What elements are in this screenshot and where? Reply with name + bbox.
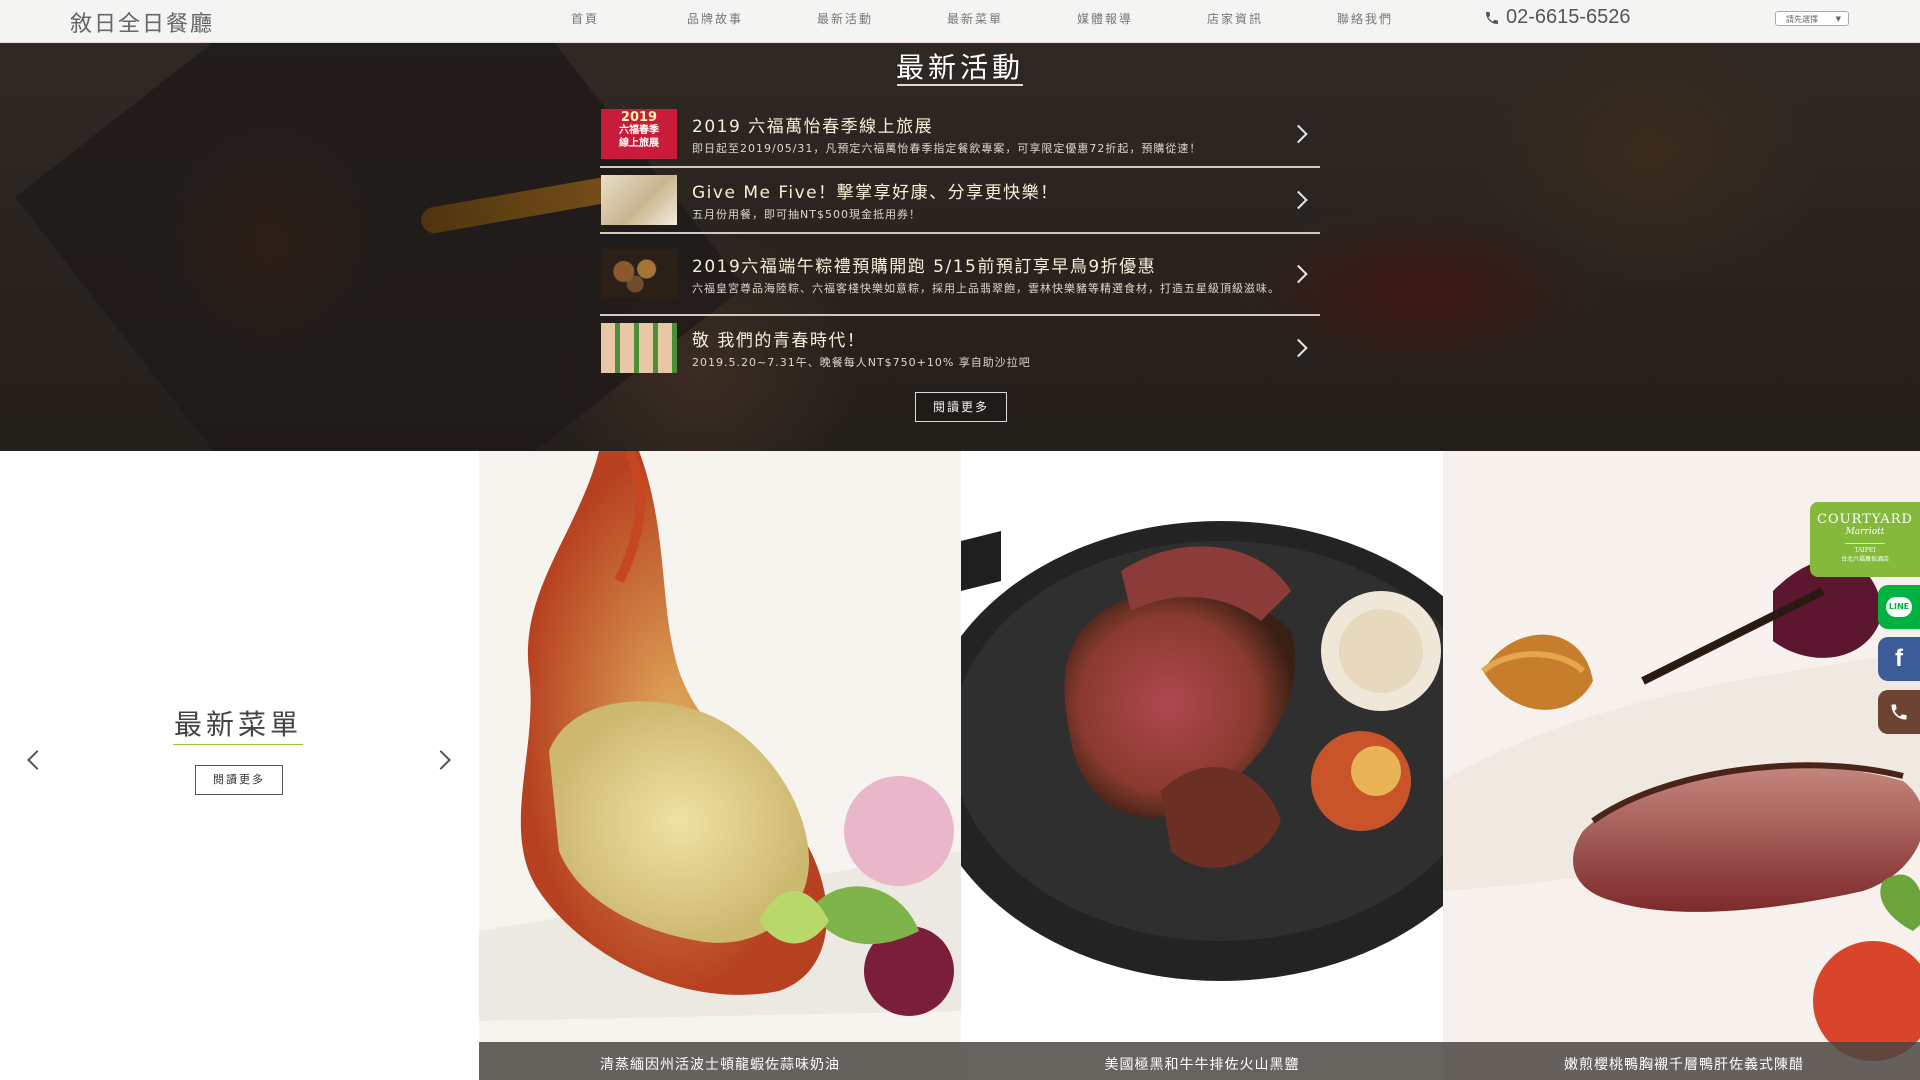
event-title: Give Me Five！擊掌享好康、分享更快樂！ [692, 182, 1059, 203]
menu-title: 最新菜單 [173, 708, 302, 741]
language-select[interactable]: 請先選擇 ▼ [1775, 11, 1849, 26]
courtyard-brand: COURTYARD [1817, 512, 1913, 527]
line-button[interactable]: LINE [1878, 585, 1920, 629]
menu-read-more-button[interactable]: 閱讀更多 [195, 765, 283, 795]
nav-latest-events[interactable]: 最新活動 [780, 0, 910, 42]
event-item[interactable]: 2019 六福春季 線上旅展 2019 六福萬怡春季線上旅展 即日起至2019/… [600, 102, 1320, 168]
nav-contact[interactable]: 聯絡我們 [1300, 0, 1430, 42]
event-text: 敬 我們的青春時代！ 2019.5.20~7.31午、晚餐每人NT$750+10… [692, 326, 1320, 371]
dish-photo-lobster [479, 451, 961, 1021]
event-thumbnail [601, 323, 677, 373]
event-title: 2019六福端午粽禮預購開跑 5/15前預訂享早鳥9折優惠 [692, 256, 1157, 277]
nav-store-info[interactable]: 店家資訊 [1170, 0, 1300, 42]
chevron-down-icon: ▼ [1835, 15, 1841, 23]
events-title: 最新活動 [895, 51, 1024, 84]
menu-dish-card[interactable]: 清蒸緬因州活波士頓龍蝦佐蒜味奶油 [479, 451, 961, 1080]
event-thumbnail [601, 175, 677, 225]
site-header: 敘日全日餐廳 首頁 品牌故事 最新活動 最新菜單 媒體報導 店家資訊 聯絡我們 … [0, 0, 1920, 43]
event-thumbnail: 2019 六福春季 線上旅展 [601, 109, 677, 159]
nav-media[interactable]: 媒體報導 [1040, 0, 1170, 42]
nav-brand-story[interactable]: 品牌故事 [650, 0, 780, 42]
event-thumbnail-text: 2019 [620, 110, 658, 125]
phone-icon [1891, 704, 1907, 720]
events-list: 2019 六福春季 線上旅展 2019 六福萬怡春季線上旅展 即日起至2019/… [600, 102, 1320, 380]
courtyard-city: TAIPEI [1854, 547, 1876, 554]
event-description: 六福皇宮尊品海陸粽、六福客棧快樂如意粽，採用上品翡翠飽，雲林快樂豬等精選食材，打… [692, 281, 1280, 295]
header-phone[interactable]: 02-6615-6526 [1484, 6, 1631, 29]
language-select-value: 請先選擇 [1786, 15, 1818, 24]
phone-icon [1486, 11, 1498, 24]
dish-photo-steak [961, 521, 1443, 981]
events-title-underline [897, 84, 1023, 86]
event-item[interactable]: 2019六福端午粽禮預購開跑 5/15前預訂享早鳥9折優惠 六福皇宮尊品海陸粽、… [600, 234, 1320, 316]
main-nav: 首頁 品牌故事 最新活動 最新菜單 媒體報導 店家資訊 聯絡我們 [520, 0, 1430, 42]
courtyard-local-name: 台北六福萬怡酒店 [1840, 556, 1889, 563]
facebook-button[interactable]: f [1878, 637, 1920, 681]
line-icon: LINE [1886, 597, 1912, 617]
dish-name: 美國極黑和牛牛排佐火山黑鹽 [961, 1042, 1443, 1080]
event-title: 敬 我們的青春時代！ [692, 330, 866, 351]
event-item[interactable]: Give Me Five！擊掌享好康、分享更快樂！ 五月份用餐，即可抽NT$50… [600, 168, 1320, 234]
dish-name: 嫩煎櫻桃鴨胸襯千層鴨肝佐義式陳醋 [1443, 1042, 1920, 1080]
site-logo[interactable]: 敘日全日餐廳 [70, 6, 214, 38]
event-description: 即日起至2019/05/31，凡預定六福萬怡春季指定餐飲專案，可享限定優惠72折… [692, 141, 1202, 155]
event-description: 五月份用餐，即可抽NT$500現金抵用券！ [692, 207, 921, 221]
carousel-next-icon[interactable] [431, 750, 451, 770]
courtyard-marriott-badge[interactable]: COURTYARD Marriott TAIPEI 台北六福萬怡酒店 [1810, 502, 1920, 577]
event-text: Give Me Five！擊掌享好康、分享更快樂！ 五月份用餐，即可抽NT$50… [692, 178, 1320, 223]
dish-name: 清蒸緬因州活波士頓龍蝦佐蒜味奶油 [479, 1042, 961, 1080]
event-thumbnail [601, 249, 677, 299]
event-thumbnail-text: 六福春季 [619, 125, 659, 136]
menu-dish-card[interactable]: 美國極黑和牛牛排佐火山黑鹽 [961, 451, 1443, 1080]
menu-title-underline [173, 744, 303, 745]
event-text: 2019六福端午粽禮預購開跑 5/15前預訂享早鳥9折優惠 六福皇宮尊品海陸粽、… [692, 252, 1320, 297]
phone-number: 02-6615-6526 [1506, 6, 1631, 28]
events-read-more-button[interactable]: 閱讀更多 [915, 392, 1007, 422]
event-thumbnail-text: 線上旅展 [619, 138, 659, 149]
nav-latest-menu[interactable]: 最新菜單 [910, 0, 1040, 42]
courtyard-sub: Marriott [1845, 527, 1885, 537]
phone-call-button[interactable] [1878, 690, 1920, 734]
event-title: 2019 六福萬怡春季線上旅展 [692, 116, 934, 137]
facebook-icon: f [1895, 645, 1903, 672]
nav-home[interactable]: 首頁 [520, 0, 650, 42]
divider [1845, 543, 1885, 544]
event-description: 2019.5.20~7.31午、晚餐每人NT$750+10% 享自助沙拉吧 [692, 355, 1031, 369]
latest-events-section: 最新活動 2019 六福春季 線上旅展 2019 六福萬怡春季線上旅展 即日起至… [0, 42, 1920, 451]
carousel-prev-icon[interactable] [27, 750, 47, 770]
event-item[interactable]: 敬 我們的青春時代！ 2019.5.20~7.31午、晚餐每人NT$750+10… [600, 316, 1320, 380]
event-text: 2019 六福萬怡春季線上旅展 即日起至2019/05/31，凡預定六福萬怡春季… [692, 112, 1320, 157]
latest-menu-section: 最新菜單 閱讀更多 清蒸緬因州活波士頓龍蝦佐蒜味奶油 美國極黑和牛牛排佐火山黑鹽… [0, 451, 1920, 1080]
